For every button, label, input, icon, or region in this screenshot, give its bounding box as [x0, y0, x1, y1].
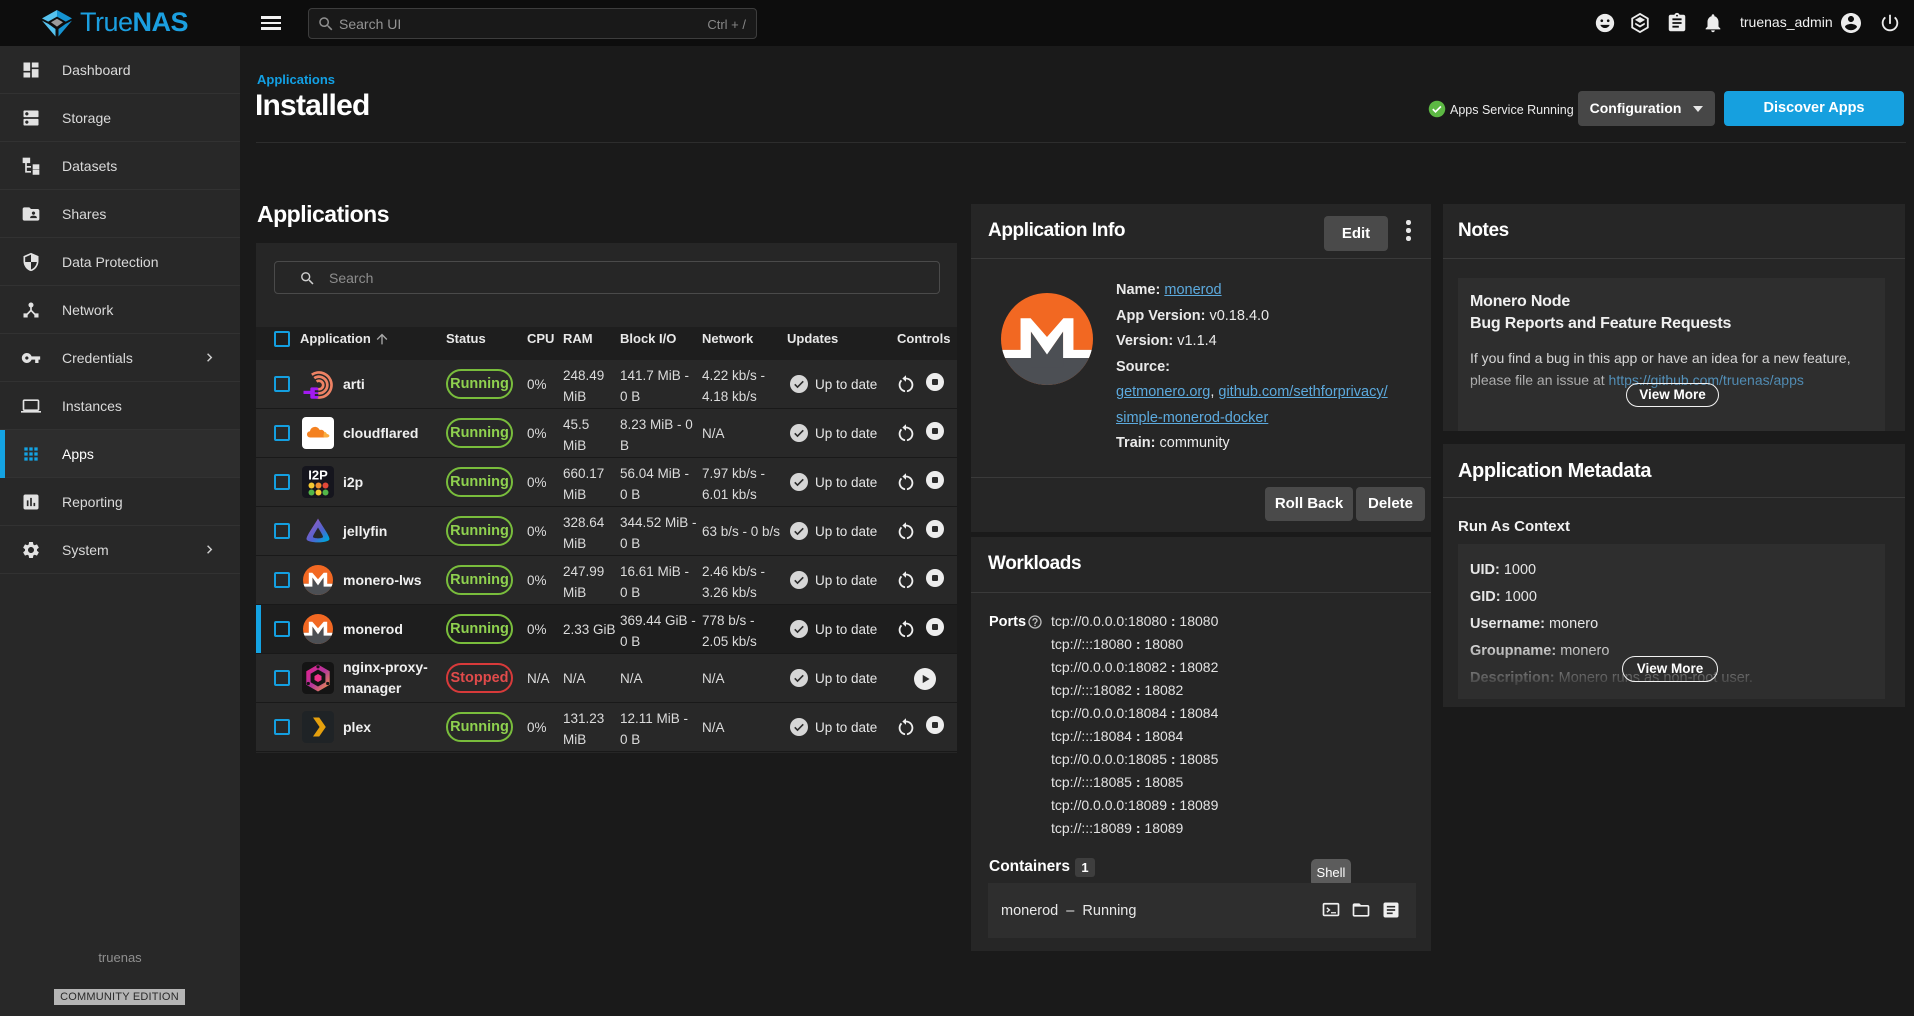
- svg-text:I2P: I2P: [308, 468, 328, 483]
